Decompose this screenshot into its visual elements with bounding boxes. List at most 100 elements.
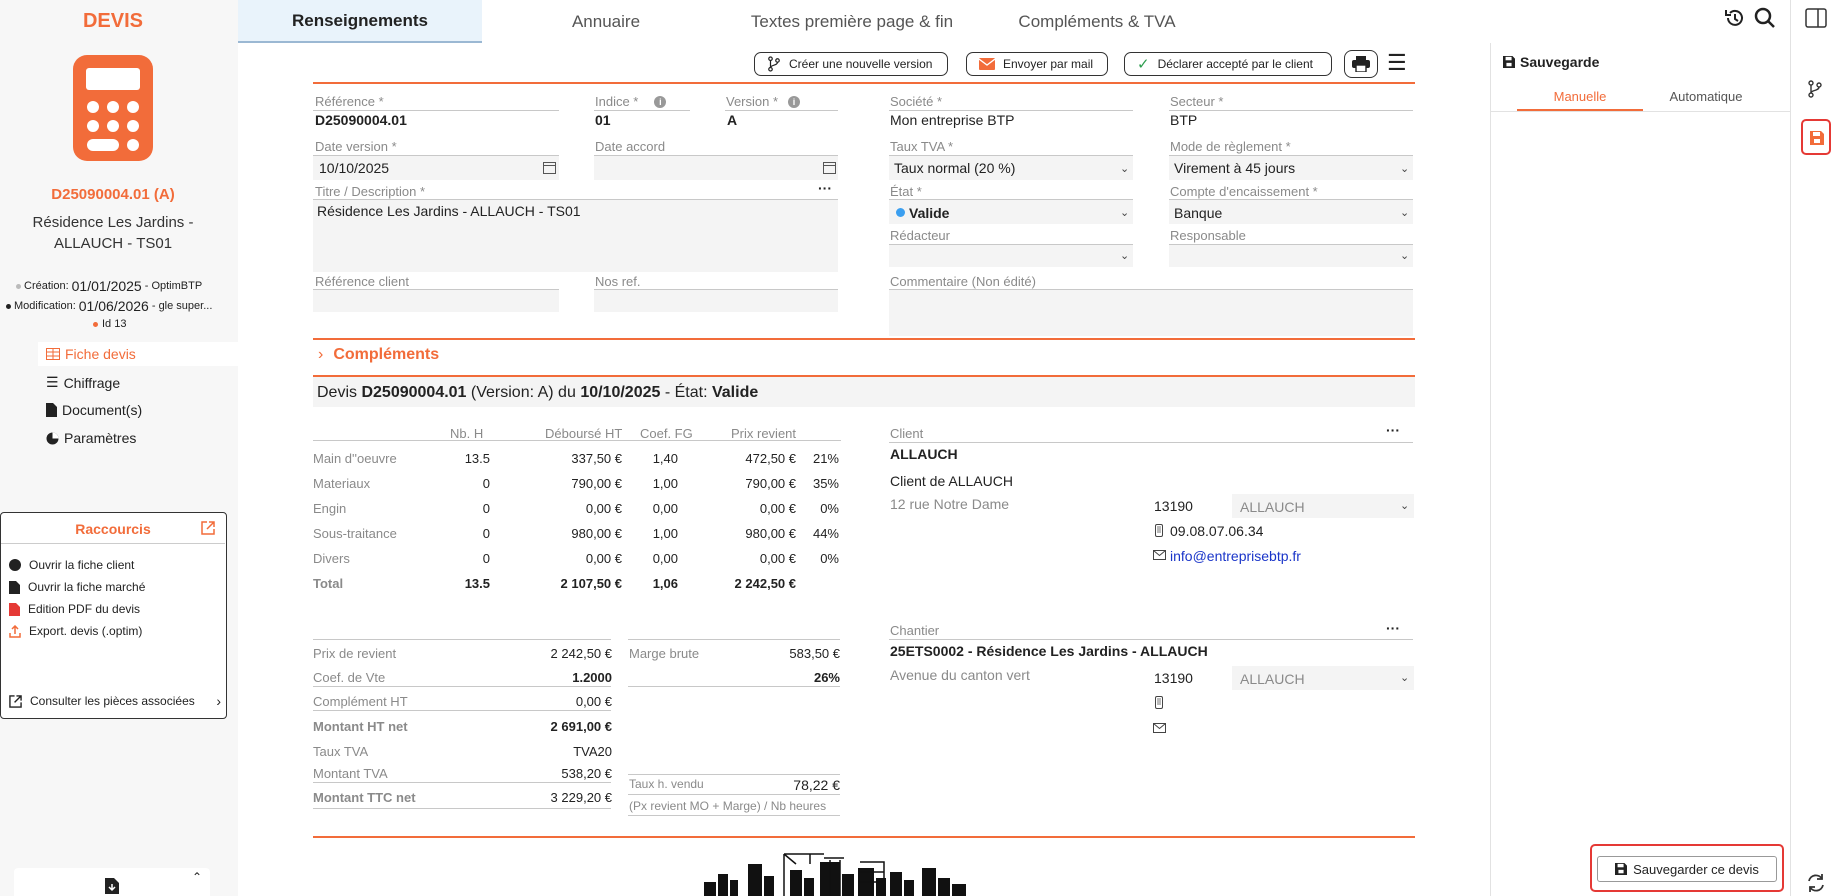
commentaire-textarea[interactable] [889,290,1413,336]
indice-label: Indice * [595,94,639,109]
shortcut-pdf[interactable]: Edition PDF du devis [9,602,140,616]
pieces-label: Consulter les pièces associées [30,694,195,708]
file-download-icon[interactable] [105,878,119,894]
save-highlight[interactable] [1801,119,1831,155]
cost-row-nbh[interactable]: 13.5 [440,451,490,466]
cost-row-coef[interactable]: 1,40 [630,451,678,466]
etat-value: Valide [909,205,950,221]
info-icon[interactable]: i [788,95,801,108]
modification-user: - gle super... [151,300,213,312]
client-email-link[interactable]: info@entreprisebtp.fr [1170,548,1301,564]
cost-row-nbh[interactable]: 0 [440,476,490,491]
client-phone[interactable]: 09.08.07.06.34 [1170,523,1263,539]
chantier-name[interactable]: 25ETS0002 - Résidence Les Jardins - ALLA… [890,643,1208,659]
nos-ref-input[interactable] [594,290,838,312]
send-mail-button[interactable]: Envoyer par mail [966,52,1108,76]
floppy-icon [1615,863,1628,875]
new-version-button[interactable]: Créer une nouvelle version [754,52,948,76]
nav-label: Paramètres [64,430,137,446]
search-icon[interactable] [1754,7,1776,34]
complements-toggle[interactable]: › Compléments [318,346,439,364]
more-dots-icon[interactable]: ··· [818,180,832,196]
more-dots-icon[interactable]: ··· [1386,620,1400,636]
nav-parametres[interactable]: Paramètres [46,430,136,446]
montant-ttc-label: Montant TTC net [313,790,416,805]
cost-row-nbh[interactable]: 0 [440,551,490,566]
external-link-icon[interactable] [201,521,215,540]
info-icon[interactable]: i [654,95,667,108]
ref-client-input[interactable] [313,290,559,312]
app-root: DEVIS D25090004.01 (A) Résidence Les Jar… [0,0,1838,896]
tab-annuaire[interactable]: Annuaire [506,0,706,43]
underline [889,442,1413,443]
print-button[interactable] [1344,50,1378,78]
shortcut-open-marche[interactable]: Ouvrir la fiche marché [9,580,145,594]
pieces-link[interactable]: Consulter les pièces associées › [9,693,221,709]
cost-row-coef[interactable]: 0,00 [630,501,678,516]
underline [313,782,611,783]
more-dots-icon[interactable]: ··· [1386,422,1400,438]
shortcut-label: Ouvrir la fiche client [29,558,135,572]
chevron-down-icon: ⌄ [1400,672,1410,684]
cost-row-pct: 44% [812,526,839,541]
cost-row-prix: 472,50 € [745,451,796,466]
new-version-label: Créer une nouvelle version [789,57,933,71]
chevron-down-icon: ⌄ [1400,163,1410,175]
menu-icon[interactable]: ☰ [1387,52,1407,74]
tab-automatique[interactable]: Automatique [1643,89,1769,104]
tab-manuelle[interactable]: Manuelle [1517,89,1643,104]
tab-complements-tva[interactable]: Compléments & TVA [1000,0,1194,43]
responsable-select[interactable] [1169,245,1413,267]
shortcut-export[interactable]: Export. devis (.optim) [9,624,142,638]
underline [889,639,1413,640]
cost-row-pct: 21% [812,451,839,466]
reference-value[interactable]: D25090004.01 [315,112,407,128]
chevron-up-icon[interactable]: ⌃ [192,870,202,884]
cost-row-nbh: 13.5 [464,576,490,591]
id-dot [93,321,98,327]
save-devis-button[interactable]: Sauvegarder ce devis [1597,856,1777,882]
cost-row-coef[interactable]: 0,00 [630,551,678,566]
shortcut-open-client[interactable]: Ouvrir la fiche client [9,558,134,572]
section-divider [313,338,1415,340]
indice-value[interactable]: 01 [595,112,611,128]
calendar-icon[interactable] [823,161,836,174]
cost-row-label: Materiaux [313,476,371,491]
cost-row-nbh[interactable]: 0 [440,526,490,541]
nav-label: Document(s) [62,402,143,418]
sync-icon[interactable] [1805,872,1827,894]
nav-documents[interactable]: Document(s) [46,402,142,418]
societe-value[interactable]: Mon entreprise BTP [890,112,1015,128]
secteur-value[interactable]: BTP [1170,112,1197,128]
cost-row-prix: 0,00 € [759,551,796,566]
prix-revient-value: 2 242,50 € [550,646,612,661]
tab-renseignements[interactable]: Renseignements [238,0,482,43]
version-value[interactable]: A [727,112,737,128]
id-info: Id 13 [93,318,126,330]
secteur-label: Secteur * [1170,94,1224,109]
modification-info: Modification: 01/06/2026 - gle super... [6,298,212,314]
branch-icon[interactable] [1807,80,1823,98]
client-address: 12 rue Notre Dame [890,496,1010,512]
complement-value[interactable]: 0,00 € [480,694,612,709]
taux-h-label: Taux h. vendu [629,777,704,791]
history-icon[interactable] [1724,7,1746,34]
cost-row-coef[interactable]: 1,00 [630,526,678,541]
pdf-icon [9,602,20,616]
nav-chiffrage[interactable]: ☰ Chiffrage [46,374,120,391]
cost-row-nbh[interactable]: 0 [440,501,490,516]
tab-textes[interactable]: Textes première page & fin [730,0,974,43]
client-name[interactable]: ALLAUCH [890,446,958,462]
id-label: Id 13 [102,318,127,330]
floppy-icon [1503,56,1515,68]
redacteur-select[interactable] [889,245,1133,267]
mode-reglement-label: Mode de règlement * [1170,139,1291,154]
marge-value: 583,50 € [789,646,840,661]
cost-row-coef[interactable]: 1,00 [630,476,678,491]
declare-accepted-button[interactable]: ✓ Déclarer accepté par le client [1124,52,1332,76]
date-accord-input[interactable] [594,156,838,180]
panel-toggle-icon[interactable] [1805,8,1827,28]
calendar-icon[interactable] [543,161,556,174]
nav-fiche-devis[interactable]: Fiche devis [46,346,136,362]
coef-vte-value[interactable]: 1.2000 [480,670,612,685]
